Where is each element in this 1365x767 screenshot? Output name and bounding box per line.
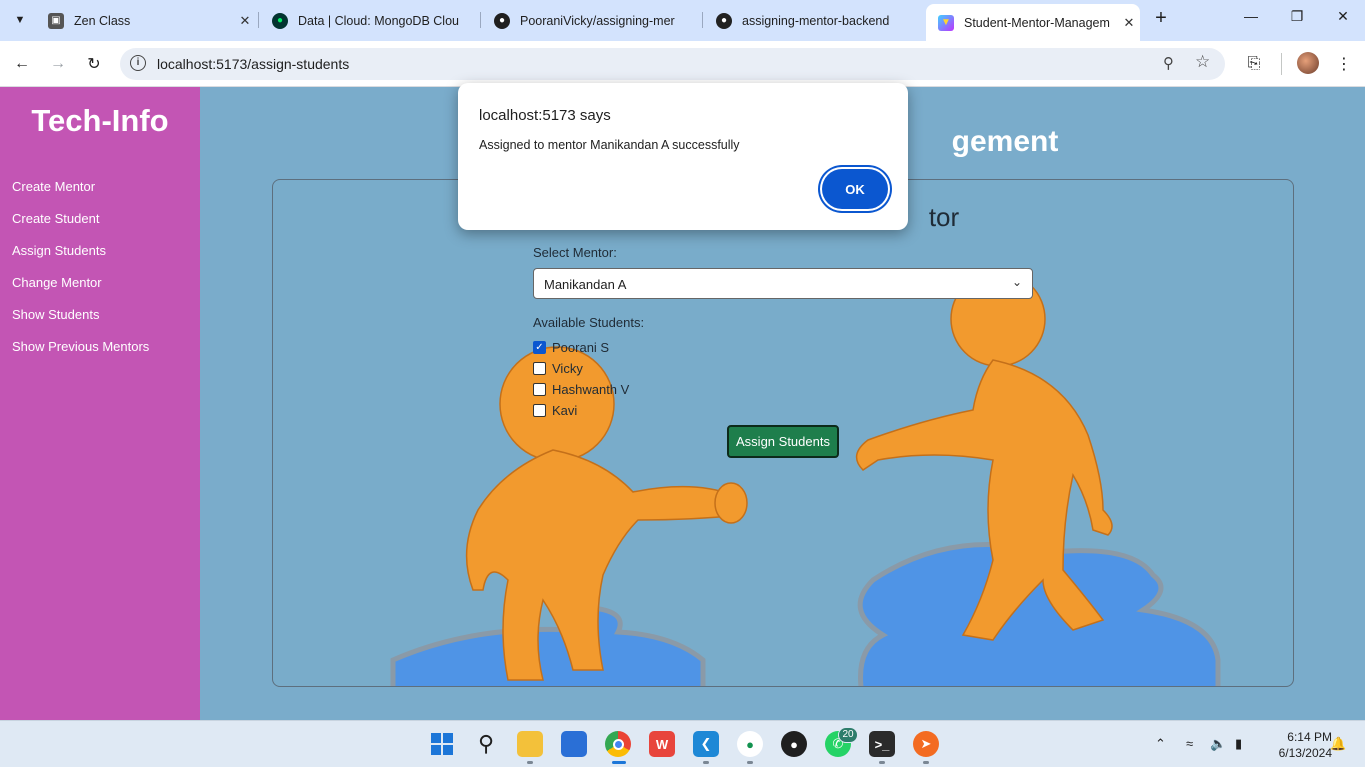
nav-assign-students[interactable]: Assign Students (12, 243, 149, 275)
whatsapp-unread-badge: 20 (838, 727, 858, 743)
github-desktop-icon[interactable]: ● (781, 731, 807, 757)
forward-arrow-icon[interactable]: → (45, 51, 71, 77)
nav-show-previous-mentors[interactable]: Show Previous Mentors (12, 339, 149, 371)
clock-date: 6/13/2024 (1278, 746, 1332, 760)
new-tab-plus-icon[interactable]: + (1150, 8, 1172, 30)
dialog-title: localhost:5173 says (479, 107, 611, 124)
student-name: Poorani S (552, 339, 610, 355)
mentor-select[interactable]: Manikandan A ⌄ (533, 268, 1033, 299)
browser-toolbar: ← → ↻ i localhost:5173/assign-students ⚲… (0, 41, 1365, 87)
tab-divider (258, 12, 259, 28)
windows-taskbar: ⚲ W ❮ ● ● ✆ >_ ➤ ⌃ ≈ 🔈 ▮ 6:14 PM 6/13/20… (0, 720, 1365, 767)
minimize-icon[interactable]: — (1236, 8, 1266, 24)
alert-dialog: localhost:5173 says Assigned to mentor M… (458, 83, 908, 230)
terminal-icon[interactable]: >_ (869, 731, 895, 757)
wps-office-icon[interactable]: W (649, 731, 675, 757)
assign-students-button[interactable]: Assign Students (727, 425, 839, 458)
back-arrow-icon[interactable]: ← (9, 51, 35, 77)
running-indicator (879, 761, 885, 764)
extensions-puzzle-icon[interactable]: ⎘ (1241, 51, 1267, 77)
student-option-kavi[interactable]: Kavi (533, 401, 577, 419)
site-info-icon[interactable]: i (130, 55, 146, 71)
tab-close-icon[interactable]: ✕ (234, 13, 256, 29)
nav-change-mentor[interactable]: Change Mentor (12, 275, 149, 307)
profile-avatar[interactable] (1297, 52, 1319, 74)
github-icon: ● (494, 12, 510, 29)
student-option-poorani[interactable]: ✓ Poorani S (533, 338, 609, 356)
chrome-icon[interactable] (605, 731, 631, 757)
active-indicator (612, 761, 626, 764)
wifi-icon[interactable]: ≈ (1186, 736, 1193, 751)
brand-logo: Tech-Info (31, 103, 169, 138)
zoom-magnifier-icon[interactable]: ⚲ (1163, 54, 1174, 72)
tab-divider (480, 12, 481, 28)
reload-icon[interactable]: ↻ (81, 51, 107, 77)
tab-title: assigning-mentor-backend (742, 13, 890, 28)
selected-mentor-value: Manikandan A (544, 277, 627, 292)
student-name: Hashwanth V (552, 381, 630, 397)
nav-show-students[interactable]: Show Students (12, 307, 149, 339)
tab-divider (702, 12, 703, 28)
checkbox[interactable] (533, 382, 546, 396)
mongodb-compass-icon[interactable]: ● (737, 731, 763, 757)
url-text[interactable]: localhost:5173/assign-students (157, 56, 349, 72)
window-close-icon[interactable]: ✕ (1328, 8, 1358, 25)
student-option-hashwanth[interactable]: Hashwanth V (533, 380, 629, 398)
file-explorer-icon[interactable] (517, 731, 543, 757)
running-indicator (747, 761, 753, 764)
battery-icon[interactable]: ▮ (1235, 736, 1242, 752)
tab-title: PooraniVicky/assigning-mer (520, 13, 675, 28)
student-name: Vicky (552, 360, 583, 376)
volume-icon[interactable]: 🔈 (1210, 736, 1226, 752)
running-indicator (527, 761, 533, 764)
tab-search-chevron-icon[interactable]: ▼ (8, 8, 32, 32)
render-icon: ● (716, 12, 732, 29)
vite-icon: ▼ (938, 14, 954, 31)
student-option-vicky[interactable]: Vicky (533, 359, 583, 377)
browser-tab-github[interactable]: ● PooraniVicky/assigning-mer (482, 6, 700, 35)
clock-time: 6:14 PM (1287, 730, 1332, 744)
browser-tab-active[interactable]: ▼ Student-Mentor-Managem ✕ (926, 4, 1140, 41)
checkbox-checked[interactable]: ✓ (533, 340, 546, 354)
dialog-message: Assigned to mentor Manikandan A successf… (479, 138, 740, 152)
tab-close-icon[interactable]: ✕ (1118, 15, 1140, 31)
postman-icon[interactable]: ➤ (913, 731, 939, 757)
browser-tab-bar: ▼ ▣ Zen Class ✕ ● Data | Cloud: MongoDB … (0, 0, 1365, 41)
browser-tab-zen-class[interactable]: ▣ Zen Class ✕ (36, 6, 256, 35)
student-name: Kavi (552, 402, 578, 418)
bookmark-star-icon[interactable]: ☆ (1195, 52, 1210, 72)
available-students-label: Available Students: (533, 315, 645, 330)
checkbox[interactable] (533, 361, 546, 375)
windows-start-icon[interactable] (429, 731, 455, 757)
running-indicator (703, 761, 709, 764)
notification-bell-icon[interactable]: 🔔 (1330, 736, 1346, 752)
chevron-down-icon: ⌄ (1011, 275, 1022, 289)
sidebar: Tech-Info Create Mentor Create Student A… (0, 87, 200, 720)
address-bar[interactable]: i localhost:5173/assign-students ⚲ ☆ (120, 48, 1225, 80)
mongodb-leaf-icon: ● (272, 12, 288, 29)
browser-tab-render[interactable]: ● assigning-mentor-backend (704, 6, 919, 35)
zen-class-favicon-icon: ▣ (48, 12, 64, 29)
search-icon[interactable]: ⚲ (473, 731, 499, 757)
nav-create-mentor[interactable]: Create Mentor (12, 179, 149, 211)
tab-title: Data | Cloud: MongoDB Clou (298, 13, 459, 28)
vscode-icon[interactable]: ❮ (693, 731, 719, 757)
tab-title: Student-Mentor-Managem (964, 15, 1110, 30)
sidebar-nav: Create Mentor Create Student Assign Stud… (12, 179, 149, 371)
checkbox[interactable] (533, 403, 546, 417)
ok-button[interactable]: OK (822, 169, 888, 209)
kebab-menu-icon[interactable]: ⋮ (1331, 51, 1357, 77)
tab-title: Zen Class (74, 13, 131, 28)
select-mentor-label: Select Mentor: (533, 245, 617, 260)
nav-create-student[interactable]: Create Student (12, 211, 149, 243)
toolbar-divider (1281, 53, 1282, 75)
microsoft-store-icon[interactable] (561, 731, 587, 757)
assign-form-card: tor Select Mentor: Manikandan A ⌄ Availa… (272, 179, 1294, 687)
system-clock[interactable]: 6:14 PM 6/13/2024 (1262, 729, 1332, 761)
restore-icon[interactable]: ❐ (1282, 8, 1312, 25)
running-indicator (923, 761, 929, 764)
tray-chevron-up-icon[interactable]: ⌃ (1155, 736, 1166, 752)
browser-tab-mongodb[interactable]: ● Data | Cloud: MongoDB Clou (260, 6, 478, 35)
